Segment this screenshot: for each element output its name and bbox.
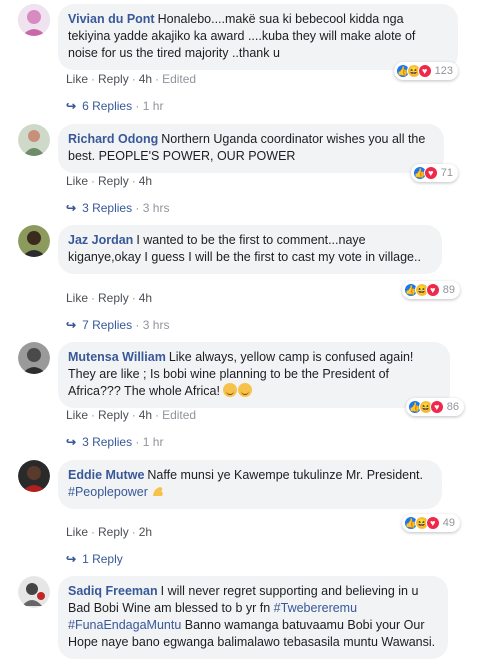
hashtag-link[interactable]: #FunaEndagaMuntu	[68, 618, 181, 632]
comment-author[interactable]: Mutensa William	[68, 350, 166, 364]
comment-time[interactable]: 2h	[139, 525, 152, 539]
reply-button[interactable]: Reply	[98, 525, 129, 539]
view-replies-link[interactable]: ↪ 7 Replies · 3 hrs	[66, 318, 169, 332]
reply-arrow-icon: ↪	[66, 318, 77, 332]
replies-count[interactable]: 3 Replies	[82, 435, 132, 449]
comment-actions: Like · Reply · 4h	[66, 174, 153, 188]
comment-time[interactable]: 4h	[139, 291, 152, 305]
edited-label[interactable]: Edited	[162, 72, 196, 86]
like-button[interactable]: Like	[66, 525, 88, 539]
comment-actions: Like · Reply · 2h	[66, 525, 153, 539]
reply-button[interactable]: Reply	[98, 174, 129, 188]
hashtag-link[interactable]: #Peoplepower	[68, 485, 148, 499]
like-button[interactable]: Like	[66, 291, 88, 305]
replies-count[interactable]: 1 Reply	[82, 552, 123, 566]
edited-label[interactable]: Edited	[162, 408, 196, 422]
avatar[interactable]	[18, 225, 50, 257]
comment-actions: Like · Reply · 4h · Edited	[66, 72, 197, 86]
avatar[interactable]	[18, 342, 50, 374]
avatar[interactable]	[18, 460, 50, 492]
reply-arrow-icon: ↪	[66, 201, 77, 215]
view-replies-link[interactable]: ↪ 3 Replies · 3 hrs	[66, 201, 169, 215]
replies-time: 3 hrs	[142, 201, 170, 215]
love-icon: ♥	[417, 64, 432, 78]
like-button[interactable]: Like	[66, 72, 88, 86]
love-icon: ♥	[425, 516, 440, 530]
reaction-summary[interactable]: 👍 😆 ♥ 89	[401, 281, 460, 299]
comment-text: Naffe munsi ye Kawempe tukulinze Mr. Pre…	[147, 468, 423, 482]
comment-bubble: Jaz Jordan I wanted to be the first to co…	[58, 225, 442, 274]
comment-bubble: Sadiq Freeman I will never regret support…	[58, 576, 448, 659]
reaction-count: 71	[440, 167, 453, 179]
comment-time[interactable]: 4h	[139, 174, 152, 188]
reply-button[interactable]: Reply	[98, 408, 129, 422]
comment-bubble: Eddie Mutwe Naffe munsi ye Kawempe tukuli…	[58, 460, 442, 509]
comment-author[interactable]: Vivian du Pont	[68, 12, 155, 26]
love-icon: ♥	[425, 283, 440, 297]
replies-time: 1 hr	[142, 435, 164, 449]
comment-bubble: Richard Odong Northern Uganda coordinator…	[58, 124, 444, 173]
avatar[interactable]	[18, 4, 50, 36]
replies-count[interactable]: 6 Replies	[82, 99, 132, 113]
reply-button[interactable]: Reply	[98, 72, 129, 86]
reaction-summary[interactable]: 👍 ♥ 71	[410, 164, 458, 182]
love-icon: ♥	[423, 166, 438, 180]
replies-count[interactable]: 7 Replies	[82, 318, 132, 332]
flexed-biceps-icon	[153, 487, 164, 496]
reaction-count: 49	[442, 517, 455, 529]
comment-time[interactable]: 4h	[139, 72, 152, 86]
comment-author[interactable]: Eddie Mutwe	[68, 468, 144, 482]
view-replies-link[interactable]: ↪ 3 Replies · 1 hr	[66, 435, 163, 449]
reaction-summary[interactable]: 👍 😆 ♥ 49	[401, 514, 460, 532]
grin-emoji-icon	[238, 383, 253, 397]
reaction-count: 123	[434, 65, 453, 77]
avatar[interactable]	[18, 576, 50, 608]
reaction-summary[interactable]: 👍 😆 ♥ 123	[393, 62, 458, 80]
reply-button[interactable]: Reply	[98, 291, 129, 305]
love-icon: ♥	[429, 400, 444, 414]
comment-actions: Like · Reply · 4h	[66, 291, 153, 305]
comment-bubble: Mutensa William Like always, yellow camp …	[58, 342, 450, 408]
comment-author[interactable]: Sadiq Freeman	[68, 584, 158, 598]
reply-arrow-icon: ↪	[66, 435, 77, 449]
hashtag-link[interactable]: #Twebereremu	[274, 601, 357, 615]
avatar[interactable]	[18, 124, 50, 156]
replies-time: 1 hr	[142, 99, 164, 113]
reply-arrow-icon: ↪	[66, 552, 77, 566]
reaction-count: 89	[442, 284, 455, 296]
reaction-count: 86	[446, 401, 459, 413]
like-button[interactable]: Like	[66, 408, 88, 422]
comment-actions: Like · Reply · 4h · Edited	[66, 408, 197, 422]
comment-bubble: Vivian du Pont Honalebo....makë sua ki be…	[58, 4, 458, 70]
replies-count[interactable]: 3 Replies	[82, 201, 132, 215]
like-button[interactable]: Like	[66, 174, 88, 188]
grin-emoji-icon	[223, 383, 238, 397]
comment-time[interactable]: 4h	[139, 408, 152, 422]
replies-time: 3 hrs	[142, 318, 170, 332]
view-replies-link[interactable]: ↪ 6 Replies · 1 hr	[66, 99, 163, 113]
reply-arrow-icon: ↪	[66, 99, 77, 113]
comment-author[interactable]: Jaz Jordan	[68, 233, 133, 247]
comment-author[interactable]: Richard Odong	[68, 132, 158, 146]
reaction-summary[interactable]: 👍 😆 ♥ 86	[405, 398, 464, 416]
view-replies-link[interactable]: ↪ 1 Reply	[66, 552, 123, 566]
